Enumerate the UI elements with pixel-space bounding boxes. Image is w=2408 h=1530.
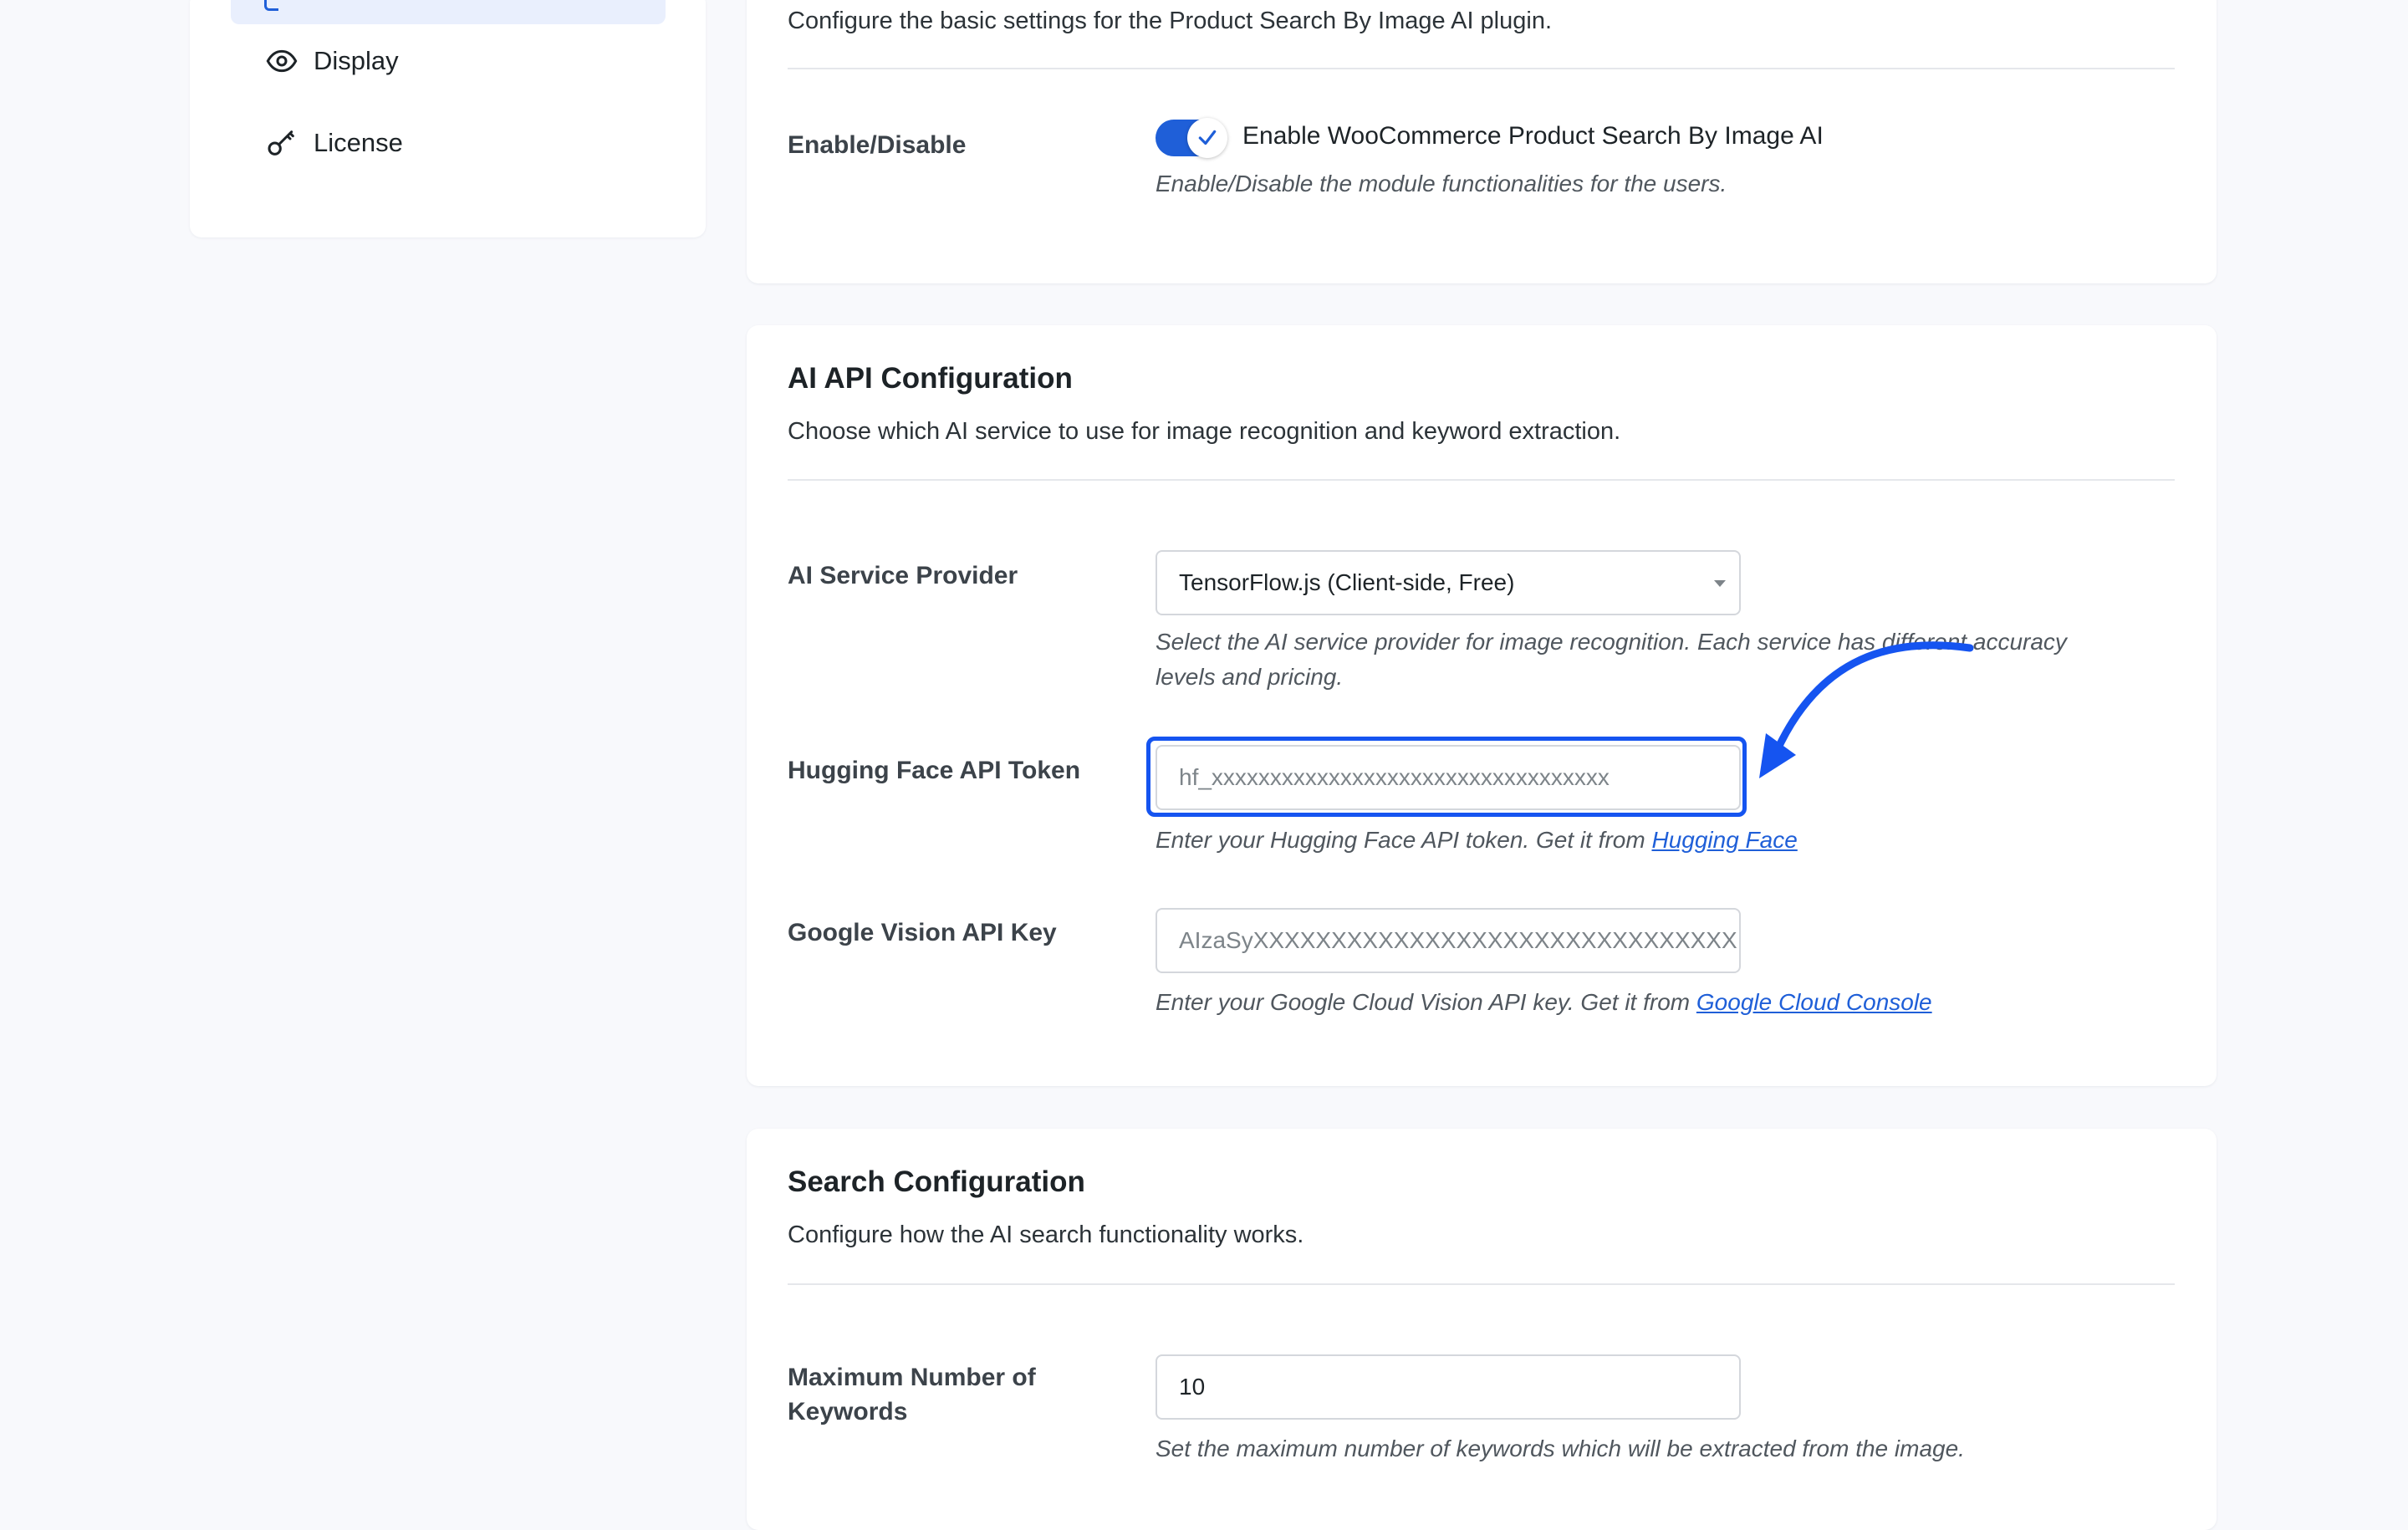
sidebar-item-label: Display — [314, 46, 399, 75]
general-settings-card: Configure the basic settings for the Pro… — [747, 0, 2217, 283]
ai-service-provider-select[interactable]: TensorFlow.js (Client-side, Free) — [1156, 550, 1741, 615]
enable-help-text: Enable/Disable the module functionalitie… — [1156, 171, 1727, 196]
enable-toggle[interactable] — [1156, 118, 1227, 158]
sidebar-item-label: License — [314, 128, 403, 157]
max-keywords-label: Maximum Number of Keywords — [788, 1360, 1105, 1429]
max-keywords-help-text: Set the maximum number of keywords which… — [1156, 1436, 1965, 1461]
sidebar-item-license[interactable]: License — [265, 122, 403, 164]
help-text: Enter your Google Cloud Vision API key. … — [1156, 989, 1696, 1015]
google-cloud-console-link[interactable]: Google Cloud Console — [1696, 989, 1932, 1015]
ai-service-provider-label: AI Service Provider — [788, 562, 1018, 589]
sidebar-item-active[interactable] — [231, 0, 666, 24]
hugging-face-link[interactable]: Hugging Face — [1651, 827, 1797, 853]
search-configuration-card: Search Configuration Configure how the A… — [747, 1129, 2217, 1530]
settings-sidebar: Display License — [190, 0, 706, 237]
annotation-arrow-icon — [1759, 641, 1974, 778]
divider — [788, 68, 2175, 69]
google-vision-help-text: Enter your Google Cloud Vision API key. … — [1156, 985, 1932, 1020]
hugging-face-token-label: Hugging Face API Token — [788, 757, 1081, 784]
enable-disable-label: Enable/Disable — [788, 131, 967, 159]
section-title: Search Configuration — [788, 1165, 1085, 1198]
hugging-face-token-input[interactable]: hf_xxxxxxxxxxxxxxxxxxxxxxxxxxxxxxxxxx — [1156, 745, 1741, 810]
card-description: Configure the basic settings for the Pro… — [788, 8, 1553, 34]
toggle-knob — [1187, 118, 1227, 158]
google-vision-key-label: Google Vision API Key — [788, 919, 1057, 946]
label-line: Keywords — [788, 1398, 908, 1425]
active-item-icon — [264, 0, 278, 11]
chevron-down-icon — [1714, 580, 1726, 587]
selected-provider: TensorFlow.js (Client-side, Free) — [1179, 569, 1515, 595]
ai-api-configuration-card: AI API Configuration Choose which AI ser… — [747, 325, 2217, 1086]
input-value: 10 — [1179, 1374, 1206, 1400]
toggle-label: Enable WooCommerce Product Search By Ima… — [1242, 122, 1824, 150]
hugging-face-help-text: Enter your Hugging Face API token. Get i… — [1156, 823, 1798, 858]
help-text: Enter your Hugging Face API token. Get i… — [1156, 827, 1652, 853]
input-placeholder: AIzaSyXXXXXXXXXXXXXXXXXXXXXXXXXXXXXXX — [1179, 927, 1737, 953]
section-description: Choose which AI service to use for image… — [788, 418, 1621, 445]
section-description: Configure how the AI search functionalit… — [788, 1221, 1304, 1248]
eye-icon — [266, 49, 298, 73]
checkmark-icon — [1198, 130, 1217, 145]
input-placeholder: hf_xxxxxxxxxxxxxxxxxxxxxxxxxxxxxxxxxx — [1179, 764, 1610, 790]
section-title: AI API Configuration — [788, 362, 1073, 395]
label-line: Maximum Number of — [788, 1364, 1036, 1391]
key-icon — [268, 130, 294, 156]
divider — [788, 1283, 2175, 1285]
max-keywords-input[interactable]: 10 — [1156, 1354, 1741, 1420]
google-vision-key-input[interactable]: AIzaSyXXXXXXXXXXXXXXXXXXXXXXXXXXXXXXX — [1156, 908, 1741, 973]
sidebar-item-display[interactable]: Display — [265, 40, 399, 82]
divider — [788, 479, 2175, 481]
